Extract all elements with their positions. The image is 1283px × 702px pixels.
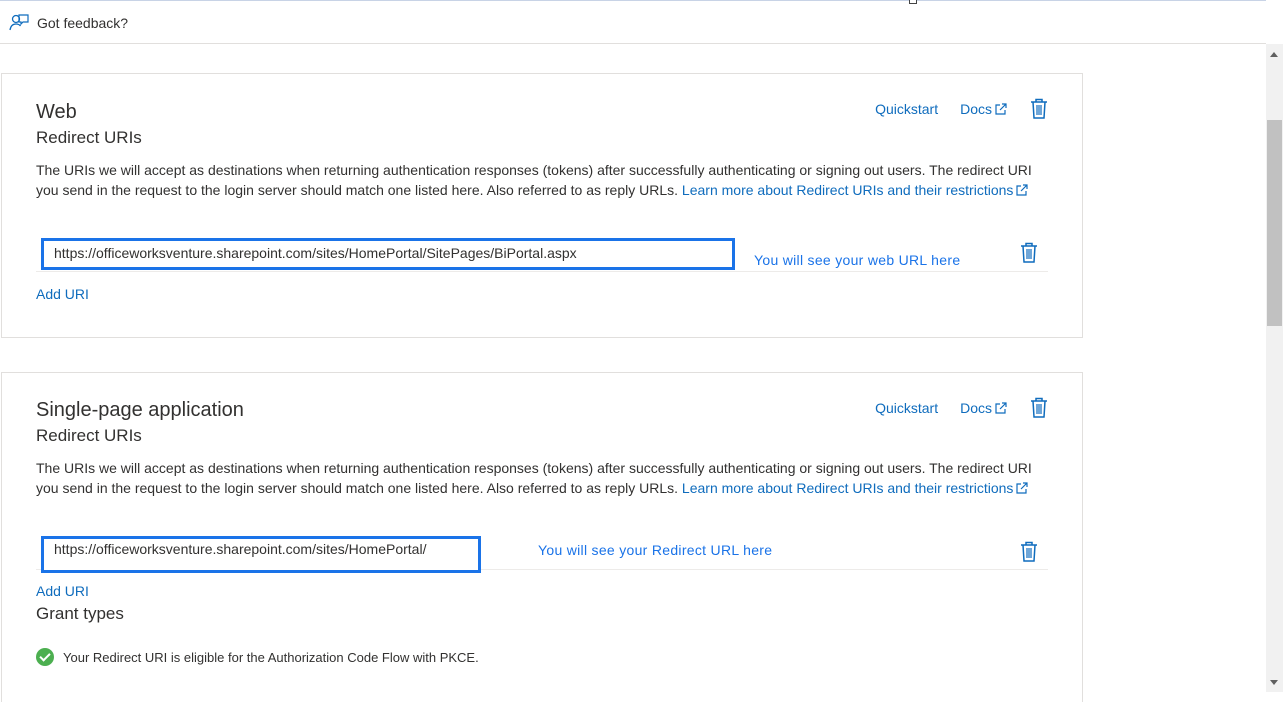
spa-uri-input[interactable]: https://officeworksventure.sharepoint.co… — [41, 536, 481, 573]
spa-docs-link[interactable]: Docs — [960, 400, 1008, 416]
vertical-scrollbar[interactable] — [1266, 44, 1283, 692]
web-uri-row: https://officeworksventure.sharepoint.co… — [36, 238, 1048, 272]
delete-platform-icon[interactable] — [1030, 397, 1048, 418]
spa-docs-label: Docs — [960, 399, 992, 416]
spa-platform-card: Single-page application Redirect URIs Qu… — [1, 372, 1083, 702]
web-description: The URIs we will accept as destinations … — [36, 160, 1036, 200]
web-quickstart-link[interactable]: Quickstart — [875, 101, 938, 117]
scroll-up-icon[interactable] — [1270, 52, 1278, 57]
success-check-icon — [36, 648, 54, 666]
web-docs-link[interactable]: Docs — [960, 101, 1008, 117]
spa-redirect-uris-heading: Redirect URIs — [36, 426, 142, 445]
spa-add-uri-link[interactable]: Add URI — [36, 583, 89, 599]
spa-uri-row: https://officeworksventure.sharepoint.co… — [36, 536, 1048, 573]
web-add-uri-link[interactable]: Add URI — [36, 286, 89, 302]
grant-types-heading: Grant types — [36, 604, 124, 623]
pkce-eligibility-message: Your Redirect URI is eligible for the Au… — [36, 648, 479, 666]
scroll-down-icon[interactable] — [1270, 680, 1278, 685]
feedback-icon — [9, 14, 29, 31]
web-title: Web — [36, 101, 77, 123]
delete-uri-icon[interactable] — [1020, 242, 1038, 263]
external-link-icon — [995, 102, 1007, 115]
spa-quickstart-link[interactable]: Quickstart — [875, 400, 938, 416]
external-link-icon — [995, 401, 1007, 414]
spa-actions: Quickstart Docs — [875, 397, 1048, 418]
web-learn-more-link[interactable]: Learn more about Redirect URIs and their… — [682, 182, 1013, 198]
web-docs-label: Docs — [960, 100, 992, 117]
delete-uri-icon[interactable] — [1020, 541, 1038, 562]
spa-description: The URIs we will accept as destinations … — [36, 458, 1036, 498]
spa-title: Single-page application — [36, 399, 244, 421]
feedback-bar[interactable]: Got feedback? — [0, 4, 1266, 44]
spa-uri-value: https://officeworksventure.sharepoint.co… — [54, 541, 427, 557]
delete-platform-icon[interactable] — [1030, 98, 1048, 119]
web-uri-annotation: You will see your web URL here — [754, 252, 961, 268]
spa-uri-annotation: You will see your Redirect URL here — [538, 542, 773, 558]
web-uri-value: https://officeworksventure.sharepoint.co… — [54, 245, 577, 261]
web-redirect-uris-heading: Redirect URIs — [36, 128, 142, 147]
web-uri-input[interactable]: https://officeworksventure.sharepoint.co… — [41, 238, 735, 270]
spa-learn-more-link[interactable]: Learn more about Redirect URIs and their… — [682, 480, 1013, 496]
feedback-label[interactable]: Got feedback? — [37, 15, 128, 31]
external-link-icon — [1016, 184, 1029, 196]
scroll-thumb[interactable] — [1267, 120, 1282, 326]
external-link-icon — [1016, 482, 1029, 494]
web-actions: Quickstart Docs — [875, 98, 1048, 119]
pkce-eligibility-text: Your Redirect URI is eligible for the Au… — [63, 649, 479, 665]
web-platform-card: Web Redirect URIs Quickstart Docs The UR… — [1, 73, 1083, 338]
